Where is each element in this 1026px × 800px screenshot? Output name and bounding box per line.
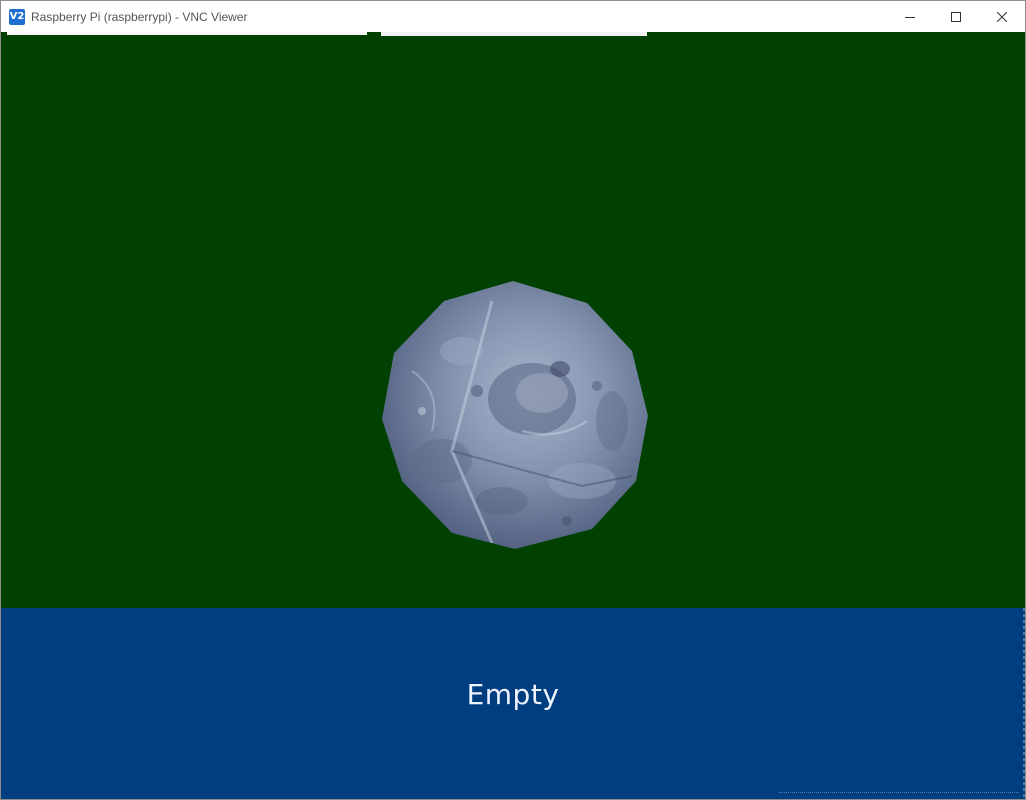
- status-panel: Empty: [1, 608, 1025, 799]
- bottom-edge-decoration: [779, 792, 1019, 799]
- moon-sphere: [382, 281, 648, 549]
- maximize-button[interactable]: [933, 1, 979, 32]
- minimize-icon: [905, 16, 915, 18]
- vnc-viewer-icon[interactable]: V2: [9, 8, 25, 25]
- title-bar[interactable]: V2 Raspberry Pi (raspberrypi) - VNC View…: [1, 1, 1025, 32]
- status-text: Empty: [466, 678, 560, 711]
- window-controls: [887, 1, 1025, 32]
- close-icon: [997, 11, 1007, 22]
- vnc-viewer-window: V2 Raspberry Pi (raspberrypi) - VNC View…: [0, 0, 1026, 800]
- panel-edge-decoration: [1023, 608, 1025, 799]
- vnc-toolbar-handle[interactable]: [381, 32, 647, 36]
- close-button[interactable]: [979, 1, 1025, 32]
- window-title: Raspberry Pi (raspberrypi) - VNC Viewer: [31, 9, 248, 24]
- maximize-icon: [951, 11, 961, 22]
- minimize-button[interactable]: [887, 1, 933, 32]
- vnc-toolbar-edge: [7, 32, 367, 35]
- remote-desktop-view[interactable]: Empty: [1, 32, 1025, 799]
